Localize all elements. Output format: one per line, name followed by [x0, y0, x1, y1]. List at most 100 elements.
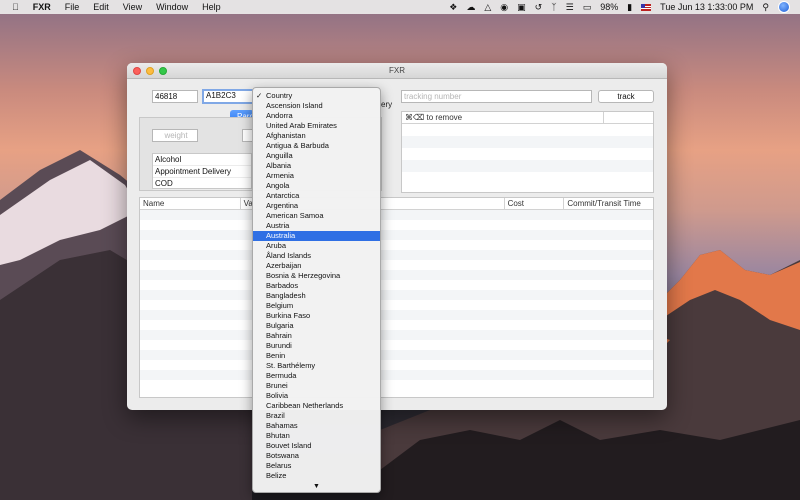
col-commit-transit-time[interactable]: Commit/Transit Time — [564, 198, 653, 209]
battery-icon[interactable]: ▮ — [627, 0, 632, 14]
country-option[interactable]: Argentina — [253, 201, 380, 211]
flag-icon[interactable] — [641, 3, 652, 11]
country-option[interactable]: Bouvet Island — [253, 441, 380, 451]
menu-edit[interactable]: Edit — [93, 0, 109, 14]
close-button[interactable] — [133, 67, 141, 75]
table-row[interactable] — [140, 310, 653, 320]
table-row[interactable] — [140, 370, 653, 380]
country-option[interactable]: Armenia — [253, 171, 380, 181]
country-option[interactable]: Antarctica — [253, 191, 380, 201]
table-row[interactable] — [140, 360, 653, 370]
table-row[interactable] — [140, 340, 653, 350]
table-row[interactable] — [140, 230, 653, 240]
zoom-button[interactable] — [159, 67, 167, 75]
cloud-icon[interactable]: ☁ — [466, 0, 475, 14]
country-option-label: St. Barthélemy — [266, 361, 316, 370]
drive-icon[interactable]: △ — [484, 0, 491, 14]
country-option[interactable]: Antigua & Barbuda — [253, 141, 380, 151]
dropbox-icon[interactable]: ❖ — [449, 0, 457, 14]
country-option[interactable]: Brunei — [253, 381, 380, 391]
country-option[interactable]: Bhutan — [253, 431, 380, 441]
country-option[interactable]: Burundi — [253, 341, 380, 351]
country-option-label: Afghanistan — [266, 131, 306, 140]
table-row[interactable] — [140, 380, 653, 390]
col-name[interactable]: Name — [140, 198, 241, 209]
country-option[interactable]: Afghanistan — [253, 131, 380, 141]
option-cod[interactable]: COD — [153, 178, 251, 190]
country-option[interactable]: Belgium — [253, 301, 380, 311]
country-option[interactable]: Bosnia & Herzegovina — [253, 271, 380, 281]
country-option[interactable]: Azerbaijan — [253, 261, 380, 271]
table-row[interactable] — [140, 300, 653, 310]
weight-field[interactable]: weight — [152, 129, 198, 142]
country-option[interactable]: ✓ Country — [253, 91, 380, 101]
table-row[interactable] — [140, 210, 653, 220]
table-row[interactable] — [140, 270, 653, 280]
country-option[interactable]: Belarus — [253, 461, 380, 471]
country-option[interactable]: United Arab Emirates — [253, 121, 380, 131]
country-option-label: Åland Islands — [266, 251, 312, 260]
search-icon[interactable]: ⚲ — [762, 0, 769, 14]
menu-view[interactable]: View — [123, 0, 142, 14]
country-option[interactable]: Anguilla — [253, 151, 380, 161]
table-row[interactable] — [140, 330, 653, 340]
country-option[interactable]: Bahrain — [253, 331, 380, 341]
table-row[interactable] — [140, 320, 653, 330]
country-option[interactable]: Burkina Faso — [253, 311, 380, 321]
menu-window[interactable]: Window — [156, 0, 188, 14]
location-icon[interactable]: ◉ — [500, 0, 508, 14]
table-row[interactable] — [140, 250, 653, 260]
country-option[interactable]: Bulgaria — [253, 321, 380, 331]
destination-postal-field[interactable]: A1B2C3 — [202, 89, 254, 104]
minimize-button[interactable] — [146, 67, 154, 75]
option-appointment-delivery[interactable]: Appointment Delivery — [153, 166, 251, 178]
country-option[interactable]: Aruba — [253, 241, 380, 251]
country-option[interactable]: Ascension Island — [253, 101, 380, 111]
country-option[interactable]: Albania — [253, 161, 380, 171]
siri-icon[interactable] — [778, 1, 790, 13]
country-option[interactable]: Bermuda — [253, 371, 380, 381]
origin-zip-field[interactable]: 46818 — [152, 90, 198, 103]
option-alcohol[interactable]: Alcohol — [153, 154, 251, 166]
options-list: Alcohol Appointment Delivery COD — [152, 153, 252, 190]
table-row[interactable] — [140, 260, 653, 270]
country-dropdown-menu: ✓ Country Ascension Island Andorra United Ar… — [252, 87, 381, 493]
country-option[interactable]: Bolivia — [253, 391, 380, 401]
scroll-down-arrow-icon[interactable]: ▼ — [253, 483, 380, 490]
bluetooth-icon[interactable]: ᛉ — [551, 0, 556, 14]
time-machine-icon[interactable]: ↺ — [535, 0, 543, 14]
country-option[interactable]: American Samoa — [253, 211, 380, 221]
country-option[interactable]: Benin — [253, 351, 380, 361]
menu-app-name[interactable]: FXR — [33, 0, 51, 14]
tracking-number-field[interactable]: tracking number — [401, 90, 592, 103]
table-row[interactable] — [140, 280, 653, 290]
apple-icon[interactable]:  — [12, 0, 19, 14]
table-row[interactable] — [140, 240, 653, 250]
country-option[interactable]: Bangladesh — [253, 291, 380, 301]
clock[interactable]: Tue Jun 13 1:33:00 PM — [660, 0, 753, 14]
table-row[interactable] — [140, 290, 653, 300]
country-option[interactable]: Caribbean Netherlands — [253, 401, 380, 411]
menu-file[interactable]: File — [65, 0, 80, 14]
table-row[interactable] — [140, 220, 653, 230]
window-icon[interactable]: ▣ — [517, 0, 526, 14]
country-option[interactable]: Bahamas — [253, 421, 380, 431]
country-option[interactable]: Andorra — [253, 111, 380, 121]
menu-help[interactable]: Help — [202, 0, 221, 14]
country-option[interactable]: Angola — [253, 181, 380, 191]
country-option[interactable]: Australia — [253, 231, 380, 241]
country-option[interactable]: Barbados — [253, 281, 380, 291]
table-row[interactable] — [140, 350, 653, 360]
wifi-icon[interactable]: ☰ — [566, 0, 574, 14]
results-table: Name Va Cost Commit/Transit Time — [139, 197, 654, 398]
country-option[interactable]: Botswana — [253, 451, 380, 461]
airplay-icon[interactable]: ▭ — [583, 0, 592, 14]
country-option[interactable]: St. Barthélemy — [253, 361, 380, 371]
country-option[interactable]: Belize — [253, 471, 380, 481]
track-button[interactable]: track — [598, 90, 654, 103]
country-option[interactable]: Austria — [253, 221, 380, 231]
country-option[interactable]: Åland Islands — [253, 251, 380, 261]
country-option-label: Bahamas — [266, 421, 298, 430]
country-option[interactable]: Brazil — [253, 411, 380, 421]
col-cost[interactable]: Cost — [505, 198, 565, 209]
